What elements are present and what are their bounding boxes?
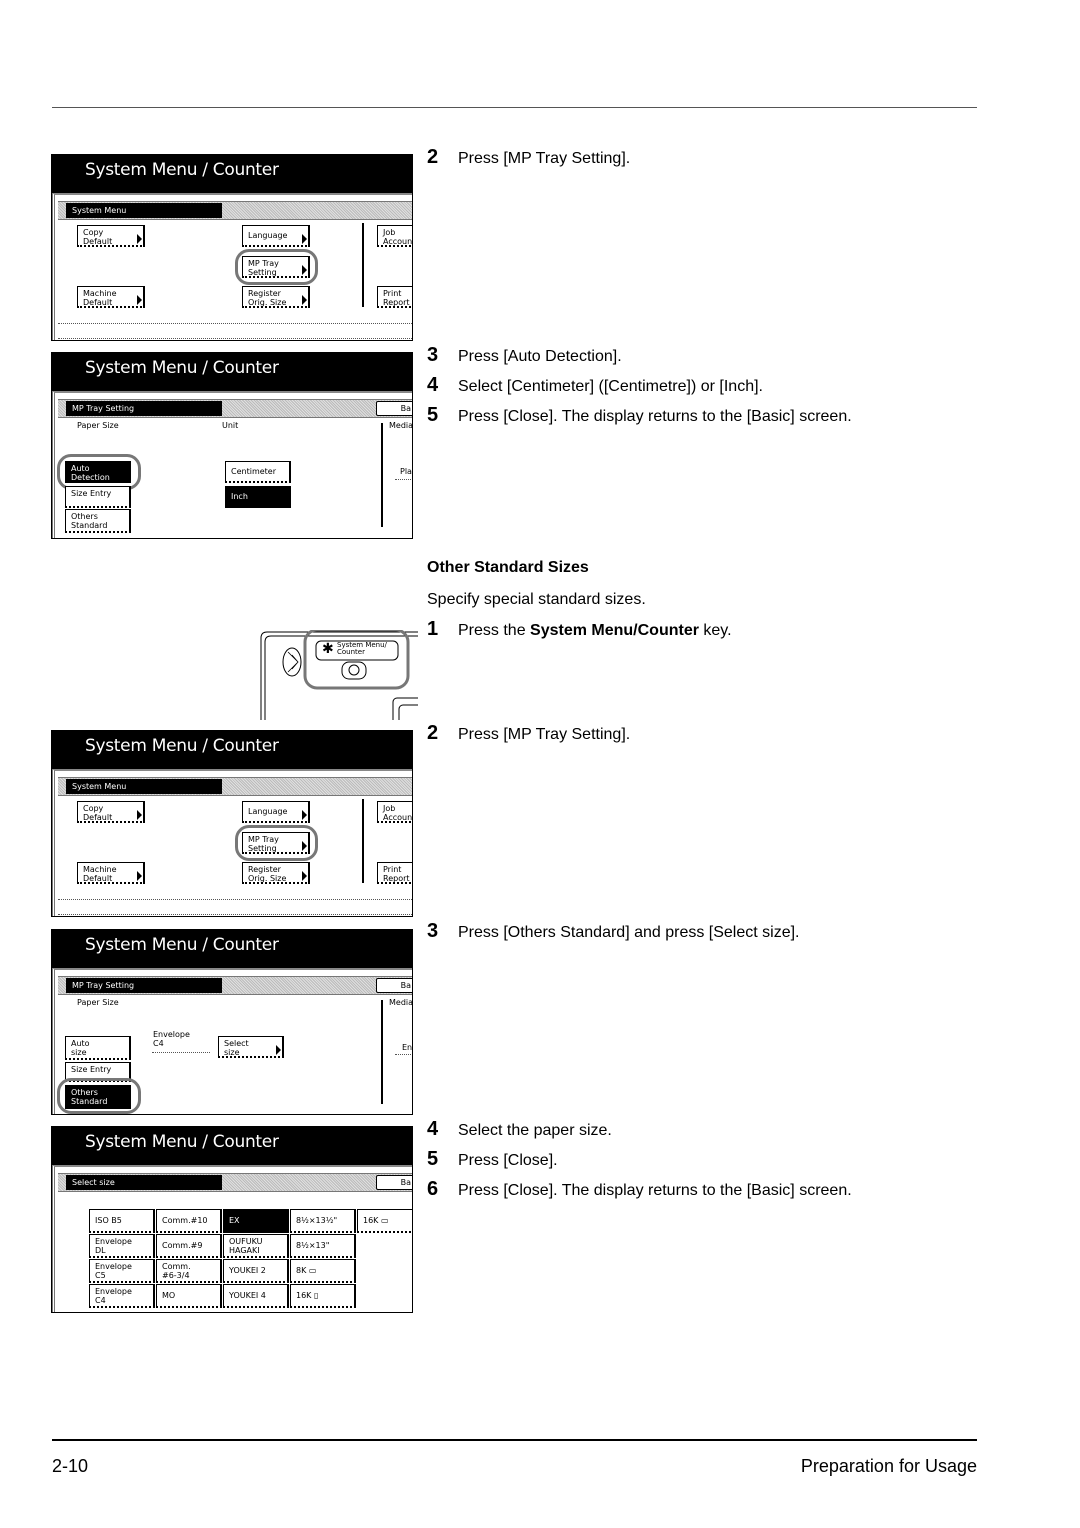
- page-number: 2-10: [52, 1456, 89, 1476]
- panel-title: System Menu / Counter: [52, 155, 412, 193]
- size-option[interactable]: Comm.#10: [156, 1209, 222, 1233]
- size-option[interactable]: Envelope DL: [89, 1234, 155, 1258]
- back-button[interactable]: Ba: [376, 978, 412, 993]
- section-heading: Other Standard Sizes: [427, 559, 589, 576]
- panel-title: System Menu / Counter: [52, 1127, 412, 1165]
- size-option[interactable]: Comm. #6-3/4: [156, 1259, 222, 1283]
- status-strip: [58, 899, 412, 915]
- size-option[interactable]: 8½×13½": [290, 1209, 356, 1233]
- select-size-button[interactable]: Select size: [218, 1036, 284, 1058]
- media-label: Media: [389, 421, 413, 430]
- value-underline: [395, 1054, 412, 1055]
- language-button[interactable]: Language: [242, 801, 310, 823]
- subbar-label: System Menu: [66, 203, 222, 218]
- subbar-label: MP Tray Setting: [66, 401, 222, 416]
- system-menu-counter-key-label: System Menu/ Counter: [337, 641, 387, 656]
- value-underline: [152, 1052, 210, 1053]
- system-menu-counter-key[interactable]: [342, 662, 366, 679]
- subbar-label: Select size: [66, 1175, 222, 1190]
- chapter-title: Preparation for Usage: [800, 1456, 977, 1476]
- job-accounting-button[interactable]: Job Accoun: [377, 801, 412, 823]
- arrow-right-icon: [137, 295, 142, 305]
- current-size-value: Envelope C4: [153, 1030, 190, 1048]
- size-option[interactable]: ISO B5: [89, 1209, 155, 1233]
- size-option[interactable]: 8K ▭: [290, 1259, 356, 1283]
- select-size-panel: System Menu / Counter Select size Ba ISO …: [51, 1126, 413, 1313]
- divider: [381, 1000, 383, 1104]
- control-panel-illustration: ✱ System Menu/ Counter: [258, 628, 430, 736]
- arrow-right-icon: [137, 871, 142, 881]
- header-rule: [52, 107, 977, 108]
- back-button[interactable]: Ba: [376, 401, 412, 416]
- subbar-label: System Menu: [66, 779, 222, 794]
- language-button[interactable]: Language: [242, 225, 310, 247]
- panel-title: System Menu / Counter: [52, 930, 412, 968]
- size-option[interactable]: Comm.#9: [156, 1234, 222, 1258]
- system-menu-panel-1: System Menu / Counter System Menu Copy D…: [51, 154, 413, 341]
- size-option[interactable]: 16K ▯: [290, 1284, 356, 1308]
- size-option[interactable]: Envelope C4: [89, 1284, 155, 1308]
- job-accounting-button[interactable]: Job Accoun: [377, 225, 412, 247]
- arrow-right-icon: [302, 234, 307, 244]
- size-option[interactable]: OUFUKU HAGAKI: [223, 1234, 289, 1258]
- highlight-ring: [235, 249, 318, 285]
- size-entry-button[interactable]: Size Entry: [65, 486, 131, 508]
- machine-default-button[interactable]: Machine Default: [77, 862, 145, 884]
- inch-button[interactable]: Inch: [225, 486, 291, 508]
- footer-rule: [52, 1439, 977, 1441]
- copy-default-button[interactable]: Copy Default: [77, 225, 145, 247]
- arrow-right-icon: [302, 810, 307, 820]
- status-strip: [58, 323, 412, 339]
- unit-label: Unit: [222, 421, 239, 430]
- media-label: Media: [389, 998, 413, 1007]
- paper-size-label: Paper Size: [77, 421, 119, 430]
- size-option[interactable]: MO: [156, 1284, 222, 1308]
- system-menu-panel-2: System Menu / Counter System Menu Copy D…: [51, 730, 413, 917]
- value-underline: [395, 479, 412, 480]
- media-type-value: Pla: [400, 467, 412, 476]
- arrow-right-icon: [276, 1045, 281, 1055]
- size-option[interactable]: YOUKEI 4: [223, 1284, 289, 1308]
- auto-size-button[interactable]: Auto size: [65, 1036, 131, 1060]
- size-option[interactable]: EX: [223, 1209, 289, 1233]
- size-option[interactable]: YOUKEI 2: [223, 1259, 289, 1283]
- panel-title: System Menu / Counter: [52, 353, 412, 391]
- paper-size-label: Paper Size: [77, 998, 119, 1007]
- print-report-button[interactable]: Print Report: [377, 862, 412, 884]
- print-report-button[interactable]: Print Report: [377, 286, 412, 308]
- back-button[interactable]: Ba: [376, 1175, 412, 1190]
- mp-tray-others-standard-panel: System Menu / Counter MP Tray Setting Ba …: [51, 929, 413, 1115]
- arrow-right-icon: [137, 810, 142, 820]
- divider: [381, 423, 383, 527]
- centimeter-button[interactable]: Centimeter: [225, 461, 291, 483]
- highlight-ring: [57, 454, 141, 490]
- others-standard-button[interactable]: Others Standard: [65, 509, 131, 533]
- register-orig-size-button[interactable]: Register Orig. Size: [242, 286, 310, 308]
- copy-default-button[interactable]: Copy Default: [77, 801, 145, 823]
- highlight-ring: [235, 825, 318, 861]
- divider: [362, 799, 364, 883]
- machine-default-button[interactable]: Machine Default: [77, 286, 145, 308]
- size-option[interactable]: 16K ▭: [357, 1209, 412, 1233]
- arrow-right-icon: [302, 871, 307, 881]
- media-type-value: En: [402, 1043, 413, 1052]
- divider: [362, 223, 364, 307]
- size-option[interactable]: Envelope C5: [89, 1259, 155, 1283]
- highlight-ring: [57, 1078, 141, 1114]
- asterisk-icon: ✱: [322, 641, 334, 657]
- mp-tray-setting-panel: System Menu / Counter MP Tray Setting Ba …: [51, 352, 413, 539]
- panel-title: System Menu / Counter: [52, 731, 412, 769]
- section-intro: Specify special standard sizes.: [427, 591, 646, 608]
- arrow-right-icon: [137, 234, 142, 244]
- register-orig-size-button[interactable]: Register Orig. Size: [242, 862, 310, 884]
- subbar-label: MP Tray Setting: [66, 978, 222, 993]
- arrow-right-icon: [302, 295, 307, 305]
- size-option[interactable]: 8½×13": [290, 1234, 356, 1258]
